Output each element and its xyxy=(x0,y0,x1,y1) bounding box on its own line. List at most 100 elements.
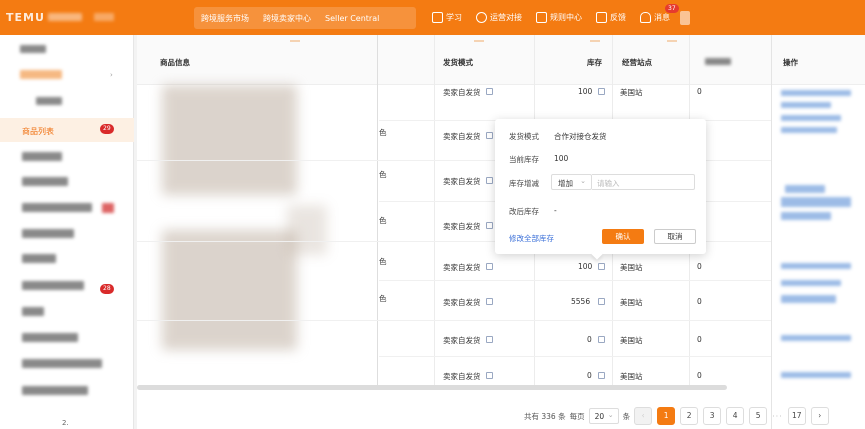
edit-icon[interactable] xyxy=(486,372,493,379)
nav-link-seller-central[interactable]: Seller Central xyxy=(318,14,386,23)
action-links-blurred[interactable] xyxy=(781,335,851,341)
sidebar-item-blurred[interactable] xyxy=(20,45,46,53)
horizontal-scrollbar[interactable] xyxy=(137,385,727,390)
edit-icon[interactable] xyxy=(486,88,493,95)
variant-color-text: 色 xyxy=(379,216,387,225)
shipping-mode-cell: 卖家自发货 xyxy=(443,372,481,381)
sidebar-item-blurred[interactable] xyxy=(22,229,74,238)
edit-stock-icon[interactable] xyxy=(598,336,605,343)
stock-cell: 5556 xyxy=(571,297,591,306)
sidebar-item-badge: 29 xyxy=(100,124,114,134)
sidebar-item-product-list[interactable]: 商品列表 29 xyxy=(0,118,134,142)
messages-badge: 37 xyxy=(665,4,679,13)
sidebar-item-blurred[interactable] xyxy=(22,177,68,186)
product-image-blurred[interactable] xyxy=(162,85,297,195)
column-header-site: 经营站点 xyxy=(622,58,652,67)
brand-logo[interactable]: TEMU xyxy=(6,11,45,24)
page-button-3[interactable]: 3 xyxy=(703,407,722,425)
learn-label: 学习 xyxy=(446,13,462,22)
sidebar-item-blurred[interactable] xyxy=(22,281,84,290)
edit-icon[interactable] xyxy=(486,298,493,305)
variant-color-text: 色 xyxy=(379,128,387,137)
messages-button[interactable]: 消息 37 xyxy=(640,4,679,23)
row-divider xyxy=(137,320,771,321)
account-avatar[interactable] xyxy=(680,10,690,25)
column-header-blurred xyxy=(705,58,731,65)
page-size-value: 20 xyxy=(594,412,605,421)
edit-icon[interactable] xyxy=(486,132,493,139)
edit-icon[interactable] xyxy=(486,336,493,343)
shipping-mode-cell: 卖家自发货 xyxy=(443,222,481,231)
site-cell: 美国站 xyxy=(620,88,643,97)
nav-link-seller-center[interactable]: 跨境卖家中心 xyxy=(256,13,318,24)
sidebar-item-blurred[interactable] xyxy=(22,254,56,263)
table-header: 商品信息 发货模式 库存 经营站点 操作 xyxy=(137,35,865,85)
sidebar-group-blurred[interactable] xyxy=(20,70,62,79)
sidebar-item-blurred[interactable] xyxy=(22,152,62,161)
action-links-blurred[interactable] xyxy=(781,102,831,108)
sidebar-item-blurred[interactable] xyxy=(22,333,78,342)
sidebar-item-blurred[interactable] xyxy=(36,97,62,105)
top-bar: TEMU 跨境服务市场 跨境卖家中心 Seller Central 学习 运营对… xyxy=(0,0,865,35)
document-icon xyxy=(536,12,547,23)
action-links-blurred[interactable] xyxy=(785,185,825,193)
nav-link-service-market[interactable]: 跨境服务市场 xyxy=(194,13,256,24)
site-cell: 美国站 xyxy=(620,298,643,307)
page-button-1[interactable]: 1 xyxy=(657,407,676,425)
sidebar-item-blurred[interactable] xyxy=(22,203,92,212)
site-cell: 美国站 xyxy=(620,336,643,345)
popover-change-label: 库存增减 xyxy=(509,179,539,188)
confirm-button[interactable]: 确认 xyxy=(602,229,644,244)
action-links-blurred[interactable] xyxy=(781,263,851,269)
variant-color-text: 色 xyxy=(379,257,387,266)
sidebar-item-blurred[interactable] xyxy=(22,359,102,368)
edit-icon[interactable] xyxy=(486,177,493,184)
edit-stock-icon[interactable] xyxy=(598,372,605,379)
brand-subtitle-blurred xyxy=(48,13,82,21)
cancel-button[interactable]: 取消 xyxy=(654,229,696,244)
rules-center-button[interactable]: 规则中心 xyxy=(536,12,582,23)
action-links-blurred[interactable] xyxy=(781,280,841,286)
edit-all-stock-link[interactable]: 修改全部库存 xyxy=(509,233,554,244)
page-button-last[interactable]: 17 xyxy=(787,407,806,425)
stock-change-type-value: 增加 xyxy=(558,179,573,188)
prev-page-button[interactable]: ‹ xyxy=(634,407,653,425)
operations-contact-button[interactable]: 运营对接 xyxy=(476,12,522,23)
header-tick xyxy=(590,40,600,42)
edit-stock-icon[interactable] xyxy=(598,298,605,305)
sidebar-item-blurred[interactable] xyxy=(22,307,44,316)
edit-icon[interactable] xyxy=(486,263,493,270)
sidebar-bottom-text: 2. xyxy=(62,419,69,427)
learn-button[interactable]: 学习 xyxy=(432,12,462,23)
pagination: 共有 336 条 每页 20 ⌄ 条 ‹ 1 2 3 4 5 ··· 17 › xyxy=(524,407,834,425)
pagination-ellipsis[interactable]: ··· xyxy=(772,412,783,421)
action-links-blurred[interactable] xyxy=(781,127,837,133)
site-cell: 美国站 xyxy=(620,372,643,381)
action-links-blurred[interactable] xyxy=(781,90,851,96)
stock-change-type-select[interactable]: 增加 ⌄ xyxy=(551,174,592,190)
chat-icon xyxy=(476,12,487,23)
store-name-blurred xyxy=(94,13,114,21)
action-links-blurred[interactable] xyxy=(781,212,831,220)
product-image-blurred xyxy=(287,205,327,255)
feedback-button[interactable]: 反馈 xyxy=(596,12,626,23)
popover-mode-label: 发货模式 xyxy=(509,132,539,141)
edit-icon[interactable] xyxy=(486,222,493,229)
page-button-5[interactable]: 5 xyxy=(749,407,768,425)
stock-change-input[interactable]: 请输入 xyxy=(592,174,695,190)
pagination-per-page-unit: 条 xyxy=(622,411,631,421)
page-button-2[interactable]: 2 xyxy=(680,407,699,425)
column-header-stock: 库存 xyxy=(587,58,602,67)
action-links-blurred[interactable] xyxy=(781,197,851,207)
sidebar-item-blurred[interactable] xyxy=(22,386,88,395)
edit-stock-icon[interactable] xyxy=(598,263,605,270)
extra-cell: 0 xyxy=(697,262,702,271)
next-page-button[interactable]: › xyxy=(810,407,829,425)
page-size-select[interactable]: 20 ⌄ xyxy=(588,408,619,424)
action-links-blurred[interactable] xyxy=(781,372,851,378)
page-button-4[interactable]: 4 xyxy=(726,407,745,425)
product-image-blurred[interactable] xyxy=(162,230,297,350)
action-links-blurred[interactable] xyxy=(781,295,836,303)
action-links-blurred[interactable] xyxy=(781,115,841,121)
edit-stock-icon[interactable] xyxy=(598,88,605,95)
